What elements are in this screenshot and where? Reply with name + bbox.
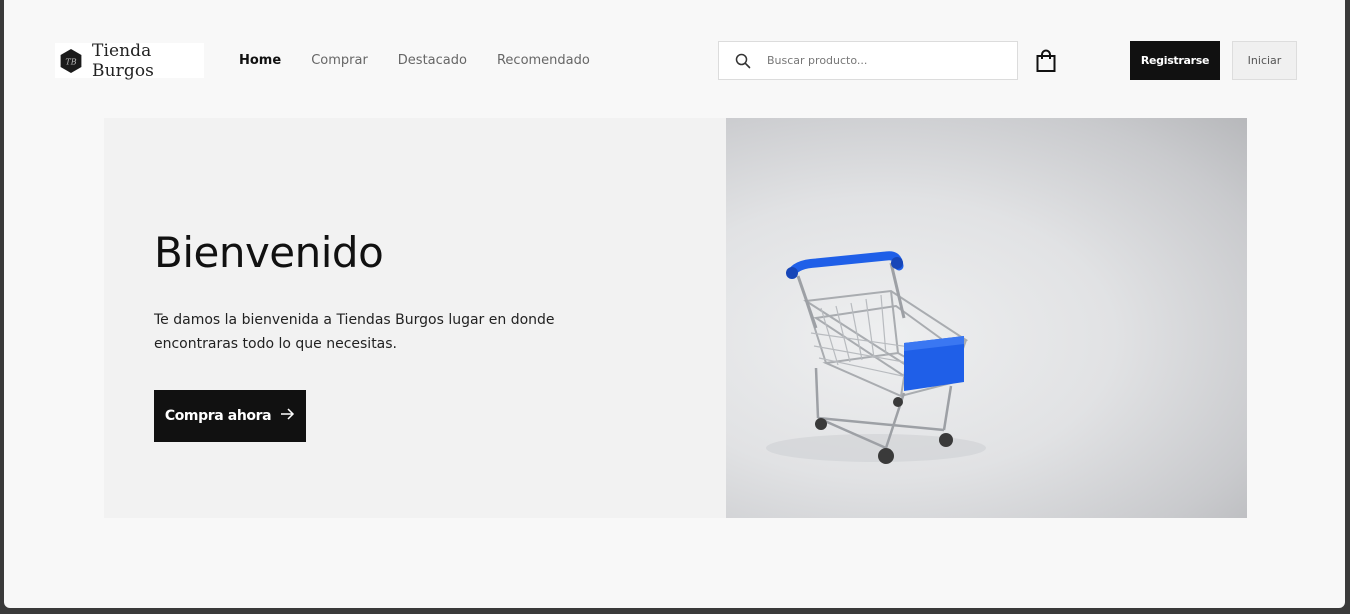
hexagon-logo-icon: TB [58, 48, 84, 74]
nav-item-comprar[interactable]: Comprar [311, 52, 368, 70]
nav-item-recomendado[interactable]: Recomendado [497, 52, 590, 70]
main-nav: Home Comprar Destacado Recomendado [239, 52, 620, 70]
brand-logo[interactable]: TB Tienda Burgos [55, 40, 204, 81]
svg-text:TB: TB [65, 57, 76, 66]
brand-name: Tienda Burgos [92, 40, 155, 81]
search-input[interactable] [767, 54, 1007, 67]
shop-now-button[interactable]: Compra ahora [154, 390, 306, 442]
login-button[interactable]: Iniciar [1232, 41, 1297, 80]
register-button[interactable]: Registrarse [1130, 41, 1220, 80]
hero-title: Bienvenido [154, 228, 384, 277]
nav-item-destacado[interactable]: Destacado [398, 52, 467, 70]
shop-now-label: Compra ahora [164, 408, 272, 424]
search-icon[interactable] [735, 53, 751, 69]
search-bar [718, 41, 1018, 80]
shopping-bag-icon[interactable] [1034, 49, 1058, 73]
hero-description: Te damos la bienvenida a Tiendas Burgos … [154, 312, 555, 352]
hero-section: Bienvenido Te damos la bienvenida a Tien… [104, 118, 1247, 518]
page: TB Tienda Burgos Home Comprar Destacado … [4, 0, 1345, 608]
hero-content: Bienvenido Te damos la bienvenida a Tien… [104, 118, 726, 518]
shopping-cart-image [726, 118, 1247, 518]
nav-item-home[interactable]: Home [239, 52, 281, 70]
arrow-right-icon [279, 406, 295, 426]
